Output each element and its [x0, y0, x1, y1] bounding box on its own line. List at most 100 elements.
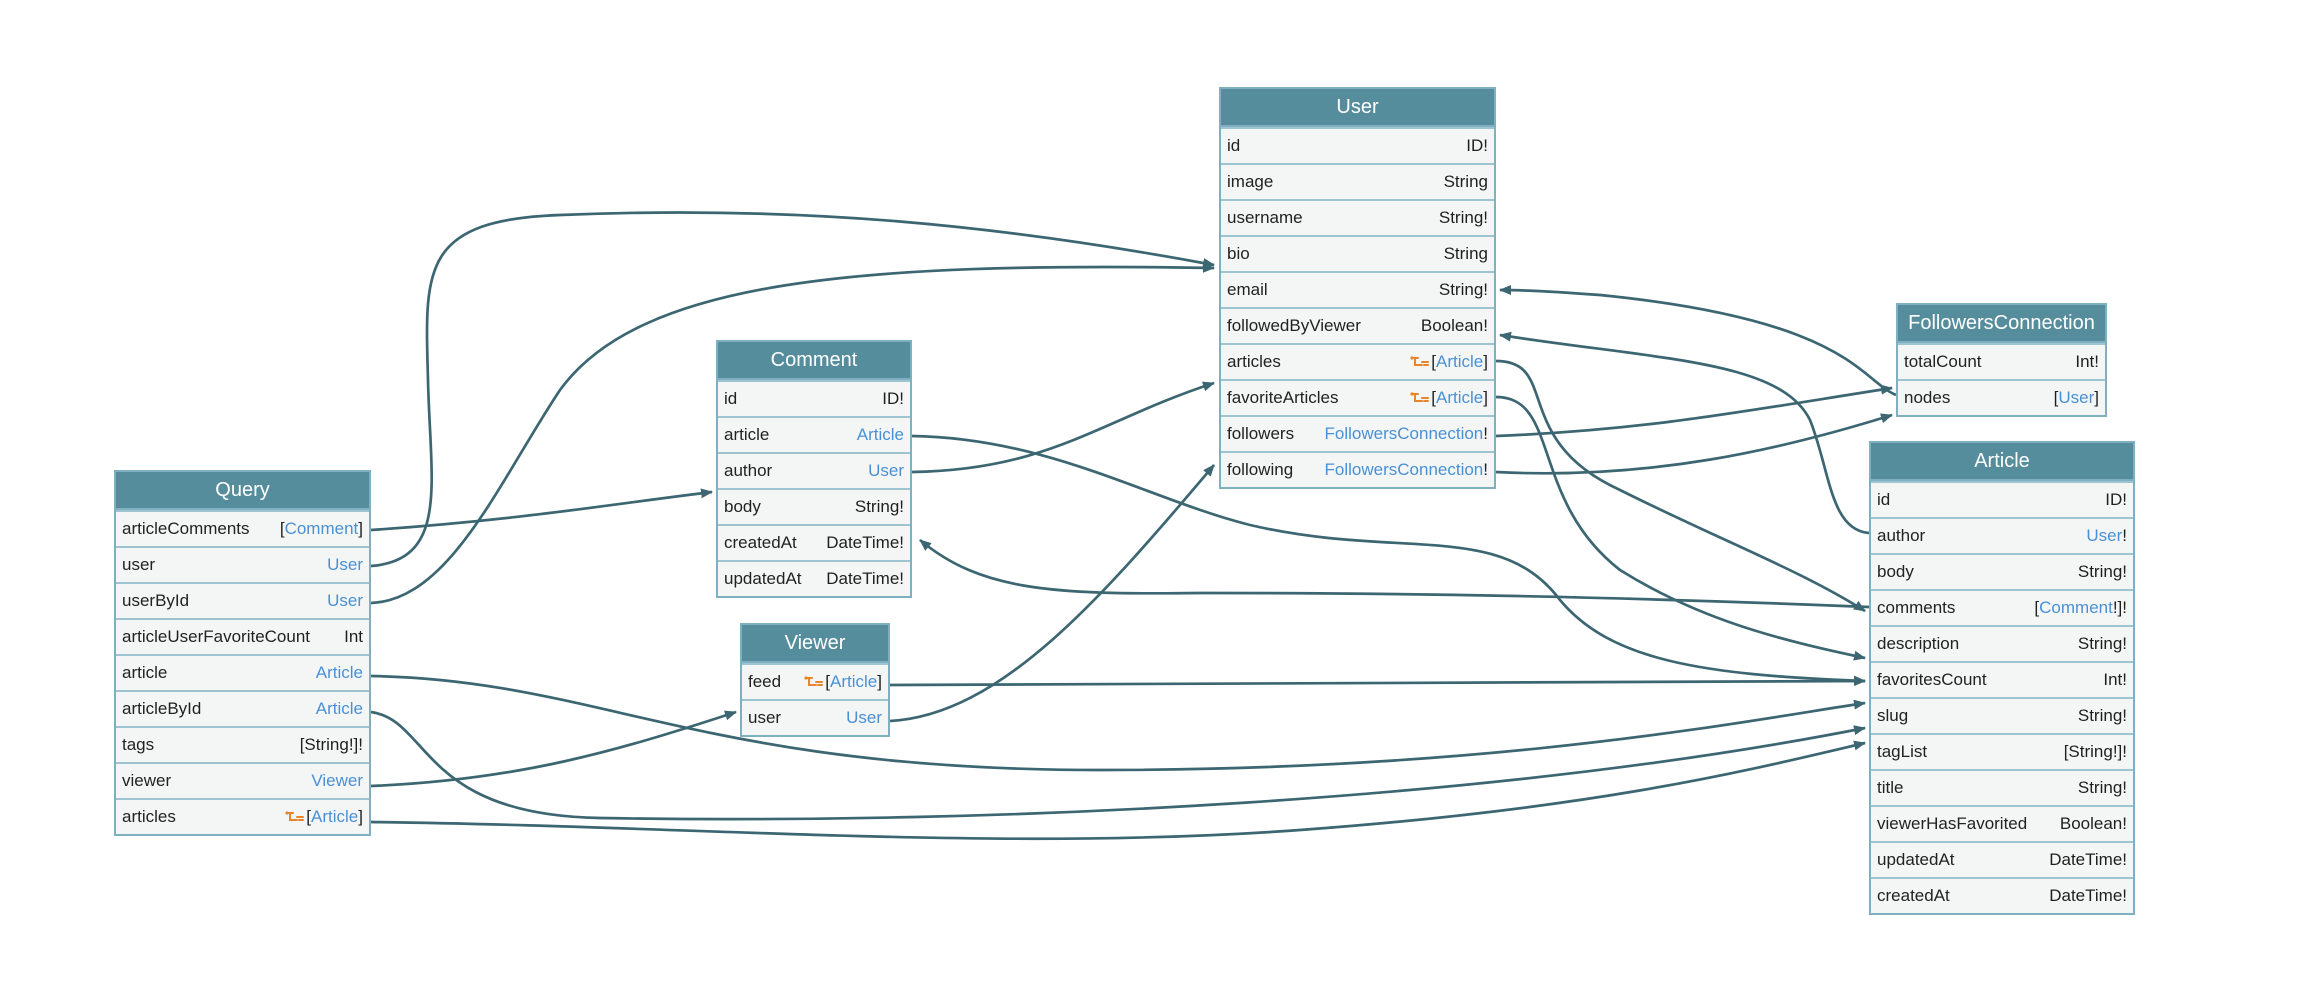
type-suffix: ! — [2122, 526, 2127, 545]
field-row-followers[interactable]: followers FollowersConnection! — [1221, 415, 1494, 451]
field-type[interactable]: Viewer — [311, 771, 363, 791]
type-suffix: ] — [1483, 388, 1488, 407]
field-row-comments[interactable]: comments [Comment!]! — [1871, 589, 2133, 625]
field-type[interactable]: [Article] — [285, 807, 363, 827]
field-row-articles[interactable]: articles [Article] — [1221, 343, 1494, 379]
field-type[interactable]: User — [327, 555, 363, 575]
field-row-bio[interactable]: bio String — [1221, 235, 1494, 271]
field-row-username[interactable]: username String! — [1221, 199, 1494, 235]
field-row-tags[interactable]: tags [String!]! — [116, 726, 369, 762]
type-link[interactable]: FollowersConnection — [1325, 424, 1484, 443]
field-type: Int — [344, 627, 363, 647]
field-row-article[interactable]: article Article — [116, 654, 369, 690]
type-link[interactable]: User — [868, 461, 904, 480]
field-row-following[interactable]: following FollowersConnection! — [1221, 451, 1494, 487]
field-row-articles[interactable]: articles [Article] — [116, 798, 369, 834]
field-type[interactable]: Article — [857, 425, 904, 445]
field-row-article[interactable]: article Article — [718, 416, 910, 452]
field-row-feed[interactable]: feed [Article] — [742, 663, 888, 699]
type-link[interactable]: Viewer — [311, 771, 363, 790]
type-link[interactable]: Article — [830, 672, 877, 691]
field-type: ID! — [882, 389, 904, 409]
field-row-author[interactable]: author User — [718, 452, 910, 488]
type-scalar: DateTime! — [2049, 850, 2127, 869]
type-link[interactable]: Article — [1436, 388, 1483, 407]
field-row-title[interactable]: title String! — [1871, 769, 2133, 805]
field-row-body[interactable]: body String! — [1871, 553, 2133, 589]
field-type[interactable]: [Article] — [1410, 352, 1488, 372]
type-link[interactable]: User — [2058, 388, 2094, 407]
field-name: comments — [1877, 598, 1956, 617]
field-row-id[interactable]: id ID! — [1221, 127, 1494, 163]
type-link[interactable]: Article — [1436, 352, 1483, 371]
field-row-article-by-id[interactable]: articleById Article — [116, 690, 369, 726]
field-row-body[interactable]: body String! — [718, 488, 910, 524]
field-row-total-count[interactable]: totalCount Int! — [1898, 343, 2105, 379]
node-followers-connection[interactable]: FollowersConnection totalCount Int! nodes [U… — [1896, 303, 2107, 417]
field-type[interactable]: User! — [2086, 526, 2127, 546]
field-row-created-at[interactable]: createdAt DateTime! — [718, 524, 910, 560]
type-link[interactable]: User — [327, 591, 363, 610]
type-link[interactable]: Article — [857, 425, 904, 444]
field-row-article-user-favorite-count[interactable]: articleUserFavoriteCount Int — [116, 618, 369, 654]
field-row-nodes[interactable]: nodes [User] — [1898, 379, 2105, 415]
field-type[interactable]: [Article] — [804, 672, 882, 692]
field-row-tag-list[interactable]: tagList [String!]! — [1871, 733, 2133, 769]
field-row-created-at[interactable]: createdAt DateTime! — [1871, 877, 2133, 913]
field-row-viewer[interactable]: viewer Viewer — [116, 762, 369, 798]
field-row-user-by-id[interactable]: userById User — [116, 582, 369, 618]
type-scalar: [String!]! — [2063, 742, 2127, 761]
field-row-image[interactable]: image String — [1221, 163, 1494, 199]
field-type[interactable]: FollowersConnection! — [1325, 424, 1488, 444]
field-type[interactable]: User — [846, 708, 882, 728]
field-row-id[interactable]: id ID! — [1871, 481, 2133, 517]
field-row-updated-at[interactable]: updatedAt DateTime! — [1871, 841, 2133, 877]
type-link[interactable]: User — [327, 555, 363, 574]
field-type[interactable]: [Comment!]! — [2034, 598, 2127, 618]
field-type[interactable]: [Article] — [1410, 388, 1488, 408]
field-row-favorites-count[interactable]: favoritesCount Int! — [1871, 661, 2133, 697]
type-scalar: Boolean! — [2059, 814, 2127, 833]
type-link[interactable]: User — [846, 708, 882, 727]
field-row-favorite-articles[interactable]: favoriteArticles [Article] — [1221, 379, 1494, 415]
node-query[interactable]: Query articleComments [Comment] user User use… — [114, 470, 371, 836]
type-suffix: ] — [2094, 388, 2099, 407]
type-scalar: String! — [2077, 706, 2127, 725]
field-name: updatedAt — [1877, 850, 1955, 869]
type-link[interactable]: User — [2086, 526, 2122, 545]
type-suffix: !]! — [2112, 598, 2127, 617]
node-comment[interactable]: Comment id ID! article Article author User body… — [716, 340, 912, 598]
node-title: Viewer — [742, 625, 888, 663]
field-row-user[interactable]: user User — [116, 546, 369, 582]
field-type[interactable]: User — [327, 591, 363, 611]
type-scalar: Int! — [2075, 352, 2099, 371]
field-row-id[interactable]: id ID! — [718, 380, 910, 416]
field-row-updated-at[interactable]: updatedAt DateTime! — [718, 560, 910, 596]
field-type: String! — [2078, 562, 2127, 582]
field-row-user[interactable]: user User — [742, 699, 888, 735]
field-type[interactable]: [Comment] — [280, 519, 363, 539]
field-type[interactable]: [User] — [2054, 388, 2099, 408]
field-row-slug[interactable]: slug String! — [1871, 697, 2133, 733]
type-link[interactable]: Article — [316, 699, 363, 718]
node-article[interactable]: Article id ID! author User! body String! commen… — [1869, 441, 2135, 915]
field-type[interactable]: Article — [316, 663, 363, 683]
type-link[interactable]: Comment — [285, 519, 359, 538]
field-type[interactable]: User — [868, 461, 904, 481]
type-link[interactable]: Article — [311, 807, 358, 826]
field-row-viewer-has-favorited[interactable]: viewerHasFavorited Boolean! — [1871, 805, 2133, 841]
edge-user-articles-to-article — [1495, 359, 1866, 613]
field-row-followed-by-viewer[interactable]: followedByViewer Boolean! — [1221, 307, 1494, 343]
field-row-email[interactable]: email String! — [1221, 271, 1494, 307]
type-link[interactable]: FollowersConnection — [1325, 460, 1484, 479]
field-type[interactable]: Article — [316, 699, 363, 719]
type-link[interactable]: Article — [316, 663, 363, 682]
type-scalar: String! — [2077, 562, 2127, 581]
field-row-article-comments[interactable]: articleComments [Comment] — [116, 510, 369, 546]
field-row-author[interactable]: author User! — [1871, 517, 2133, 553]
field-type[interactable]: FollowersConnection! — [1325, 460, 1488, 480]
node-user[interactable]: User id ID! image String username String! bio St… — [1219, 87, 1496, 489]
field-row-description[interactable]: description String! — [1871, 625, 2133, 661]
node-viewer[interactable]: Viewer feed [Article] user User — [740, 623, 890, 737]
type-link[interactable]: Comment — [2039, 598, 2113, 617]
